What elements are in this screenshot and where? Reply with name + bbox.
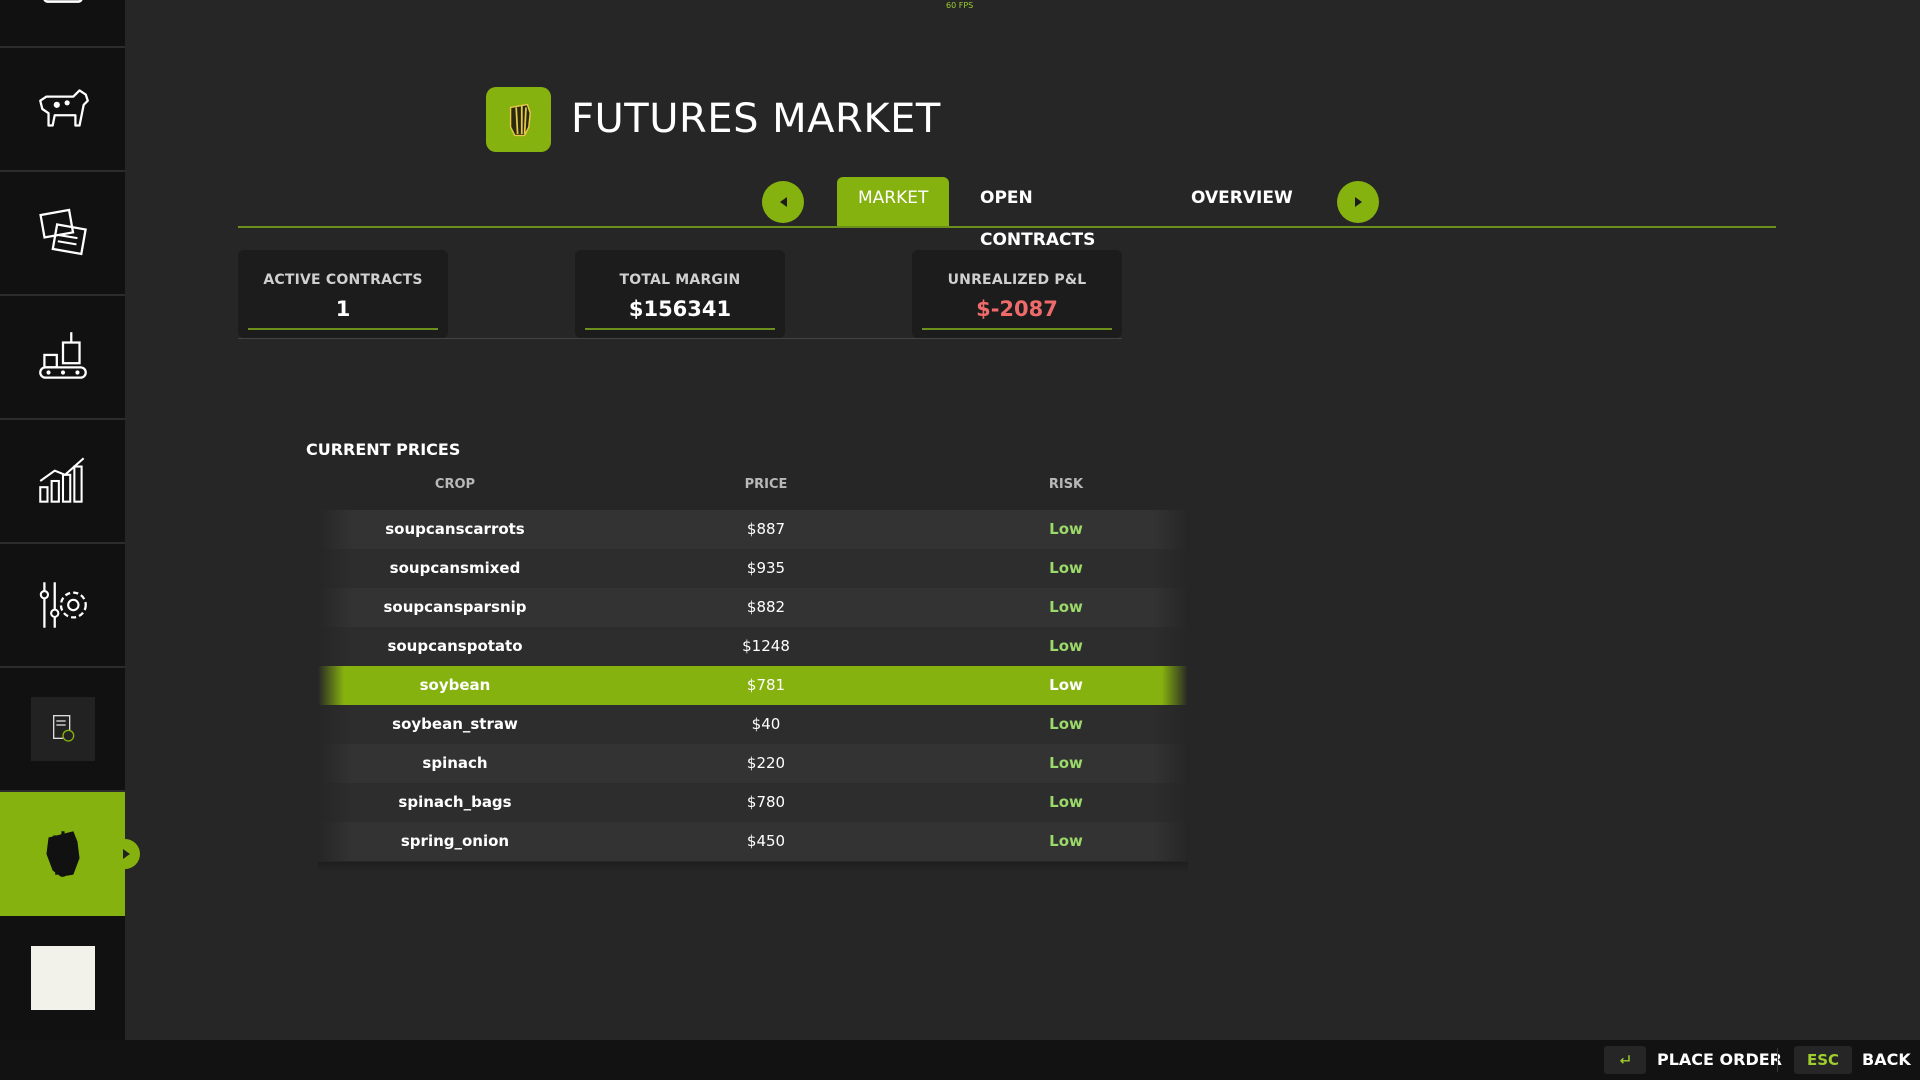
- fps-counter: 60 FPS: [946, 1, 974, 10]
- crop-price: $40: [751, 715, 781, 733]
- crop-price: $781: [746, 676, 786, 694]
- crop-risk: Low: [1049, 598, 1083, 616]
- arrow-left-icon: [779, 197, 787, 207]
- sidebar: [0, 0, 140, 1040]
- stat-value: $-2087: [976, 297, 1058, 321]
- sidebar-item-contracts[interactable]: [0, 172, 125, 296]
- crop-risk: Low: [1049, 676, 1083, 694]
- top-partial-icon: [42, 0, 83, 3]
- previous-tab-button[interactable]: [762, 181, 804, 223]
- crop-price: $450: [746, 832, 786, 850]
- stat-underline: [585, 328, 775, 330]
- crop-price: $780: [746, 793, 786, 811]
- crop-name: soybean: [419, 676, 491, 694]
- column-header-risk: RISK: [1048, 477, 1084, 492]
- stat-value: $156341: [628, 297, 732, 321]
- crop-risk: Low: [1049, 520, 1083, 538]
- back-button[interactable]: BACK: [1862, 1050, 1911, 1069]
- cow-icon: [38, 89, 89, 127]
- table-row[interactable]: spinach $220 Low: [318, 744, 1188, 783]
- crop-risk: Low: [1049, 715, 1083, 733]
- settings-icon: [39, 582, 87, 628]
- production-icon: [38, 332, 87, 379]
- place-order-key[interactable]: [1604, 1046, 1646, 1074]
- crop-name: soybean_straw: [392, 715, 518, 733]
- place-order-button[interactable]: PLACE ORDER: [1657, 1050, 1782, 1069]
- table-row[interactable]: spinach_bags $780 Low: [318, 783, 1188, 822]
- table-row[interactable]: spring_onion $450 Low: [318, 822, 1188, 861]
- sidebar-item-statistics[interactable]: [0, 420, 125, 544]
- ledger-tile: [30, 697, 95, 761]
- sidebar-item-futures[interactable]: [0, 792, 140, 916]
- stat-underline: [248, 328, 438, 330]
- stat-label: ACTIVE CONTRACTS: [263, 272, 423, 288]
- stat-active-contracts: ACTIVE CONTRACTS 1: [238, 250, 448, 338]
- contracts-icon: [38, 208, 87, 256]
- sidebar-item-settings[interactable]: [0, 544, 125, 668]
- blank-tile: [30, 946, 95, 1010]
- crop-name: soupcanscarrots: [385, 520, 525, 538]
- crop-price: $935: [746, 559, 786, 577]
- table-row[interactable]: soupcanscarrots $887 Low: [318, 510, 1188, 549]
- crop-price: $882: [746, 598, 786, 616]
- table-row[interactable]: soybean_straw $40 Low: [318, 705, 1188, 744]
- crop-name: soupcansmixed: [389, 559, 521, 577]
- tab-divider: [238, 226, 1776, 228]
- sidebar-item-production[interactable]: [0, 296, 125, 420]
- next-tab-button[interactable]: [1337, 181, 1379, 223]
- crop-price: $220: [746, 754, 786, 772]
- stats-divider: [238, 338, 1122, 339]
- tab-open-contracts[interactable]: OPEN CONTRACTS: [959, 177, 1116, 250]
- crop-risk: Low: [1049, 637, 1083, 655]
- crop-name: soupcansparsnip: [383, 598, 527, 616]
- crop-bundle-icon: [509, 103, 531, 136]
- column-header-price: PRICE: [744, 477, 788, 492]
- table-bottom-shadow: [318, 862, 1188, 872]
- crop-risk: Low: [1049, 832, 1083, 850]
- crop-name: spring_onion: [400, 832, 510, 850]
- crop-name: soupcanspotato: [387, 637, 523, 655]
- stat-total-margin: TOTAL MARGIN $156341: [575, 250, 785, 338]
- active-indicator-arrow: [110, 839, 140, 869]
- table-row[interactable]: soupcanspotato $1248 Low: [318, 627, 1188, 666]
- sidebar-item-blank[interactable]: [0, 916, 125, 1040]
- futures-market-icon: [486, 87, 551, 152]
- table-header: CROP PRICE RISK: [318, 477, 1188, 501]
- sidebar-item-animals[interactable]: [0, 48, 125, 172]
- section-title: CURRENT PRICES: [306, 440, 461, 459]
- table-row-selected[interactable]: soybean $781 Low: [318, 666, 1188, 705]
- table-row[interactable]: soupcansmixed $935 Low: [318, 549, 1188, 588]
- tab-overview[interactable]: OVERVIEW: [1170, 177, 1314, 227]
- arrow-right-icon: [1354, 197, 1362, 207]
- stat-unrealized-pl: UNREALIZED P&L $-2087: [912, 250, 1122, 338]
- statistics-icon: [38, 457, 84, 503]
- crop-risk: Low: [1049, 793, 1083, 811]
- stat-value: 1: [335, 297, 351, 321]
- crop-risk: Low: [1049, 559, 1083, 577]
- futures-icon: [45, 831, 80, 877]
- prices-table: soupcanscarrots $887 Low soupcansmixed $…: [318, 510, 1188, 861]
- sidebar-item-ledger[interactable]: [0, 668, 125, 792]
- crop-name: spinach_bags: [398, 793, 512, 811]
- sidebar-item-top[interactable]: [0, 0, 125, 48]
- footer-separator: [1777, 1048, 1778, 1072]
- tab-market[interactable]: MARKET: [837, 177, 950, 227]
- stat-label: TOTAL MARGIN: [619, 272, 741, 288]
- crop-price: $1248: [742, 637, 790, 655]
- crop-risk: Low: [1049, 754, 1083, 772]
- esc-key[interactable]: ESC: [1794, 1046, 1852, 1074]
- ledger-icon: [52, 715, 74, 742]
- stat-label: UNREALIZED P&L: [947, 272, 1087, 288]
- footer-bar: PLACE ORDER ESC BACK: [0, 1040, 1920, 1080]
- enter-key-icon: [1619, 1055, 1630, 1064]
- table-row[interactable]: soupcansparsnip $882 Low: [318, 588, 1188, 627]
- crop-price: $887: [746, 520, 786, 538]
- page-title: FUTURES MARKET: [571, 96, 941, 142]
- stat-underline: [922, 328, 1112, 330]
- crop-name: spinach: [422, 754, 488, 772]
- column-header-crop: CROP: [434, 477, 476, 492]
